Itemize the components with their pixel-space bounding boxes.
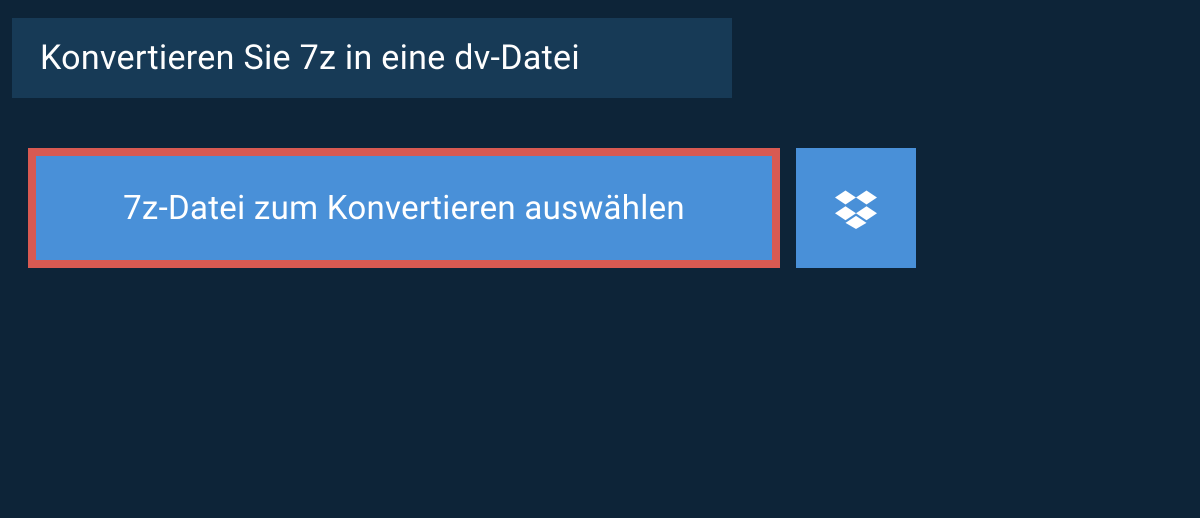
action-row: 7z-Datei zum Konvertieren auswählen bbox=[28, 148, 1200, 268]
page-title: Konvertieren Sie 7z in eine dv-Datei bbox=[40, 38, 704, 78]
header-bar: Konvertieren Sie 7z in eine dv-Datei bbox=[12, 18, 732, 98]
dropbox-button[interactable] bbox=[796, 148, 916, 268]
select-file-label: 7z-Datei zum Konvertieren auswählen bbox=[123, 189, 685, 228]
dropbox-icon bbox=[835, 187, 877, 229]
select-file-button[interactable]: 7z-Datei zum Konvertieren auswählen bbox=[28, 148, 780, 268]
